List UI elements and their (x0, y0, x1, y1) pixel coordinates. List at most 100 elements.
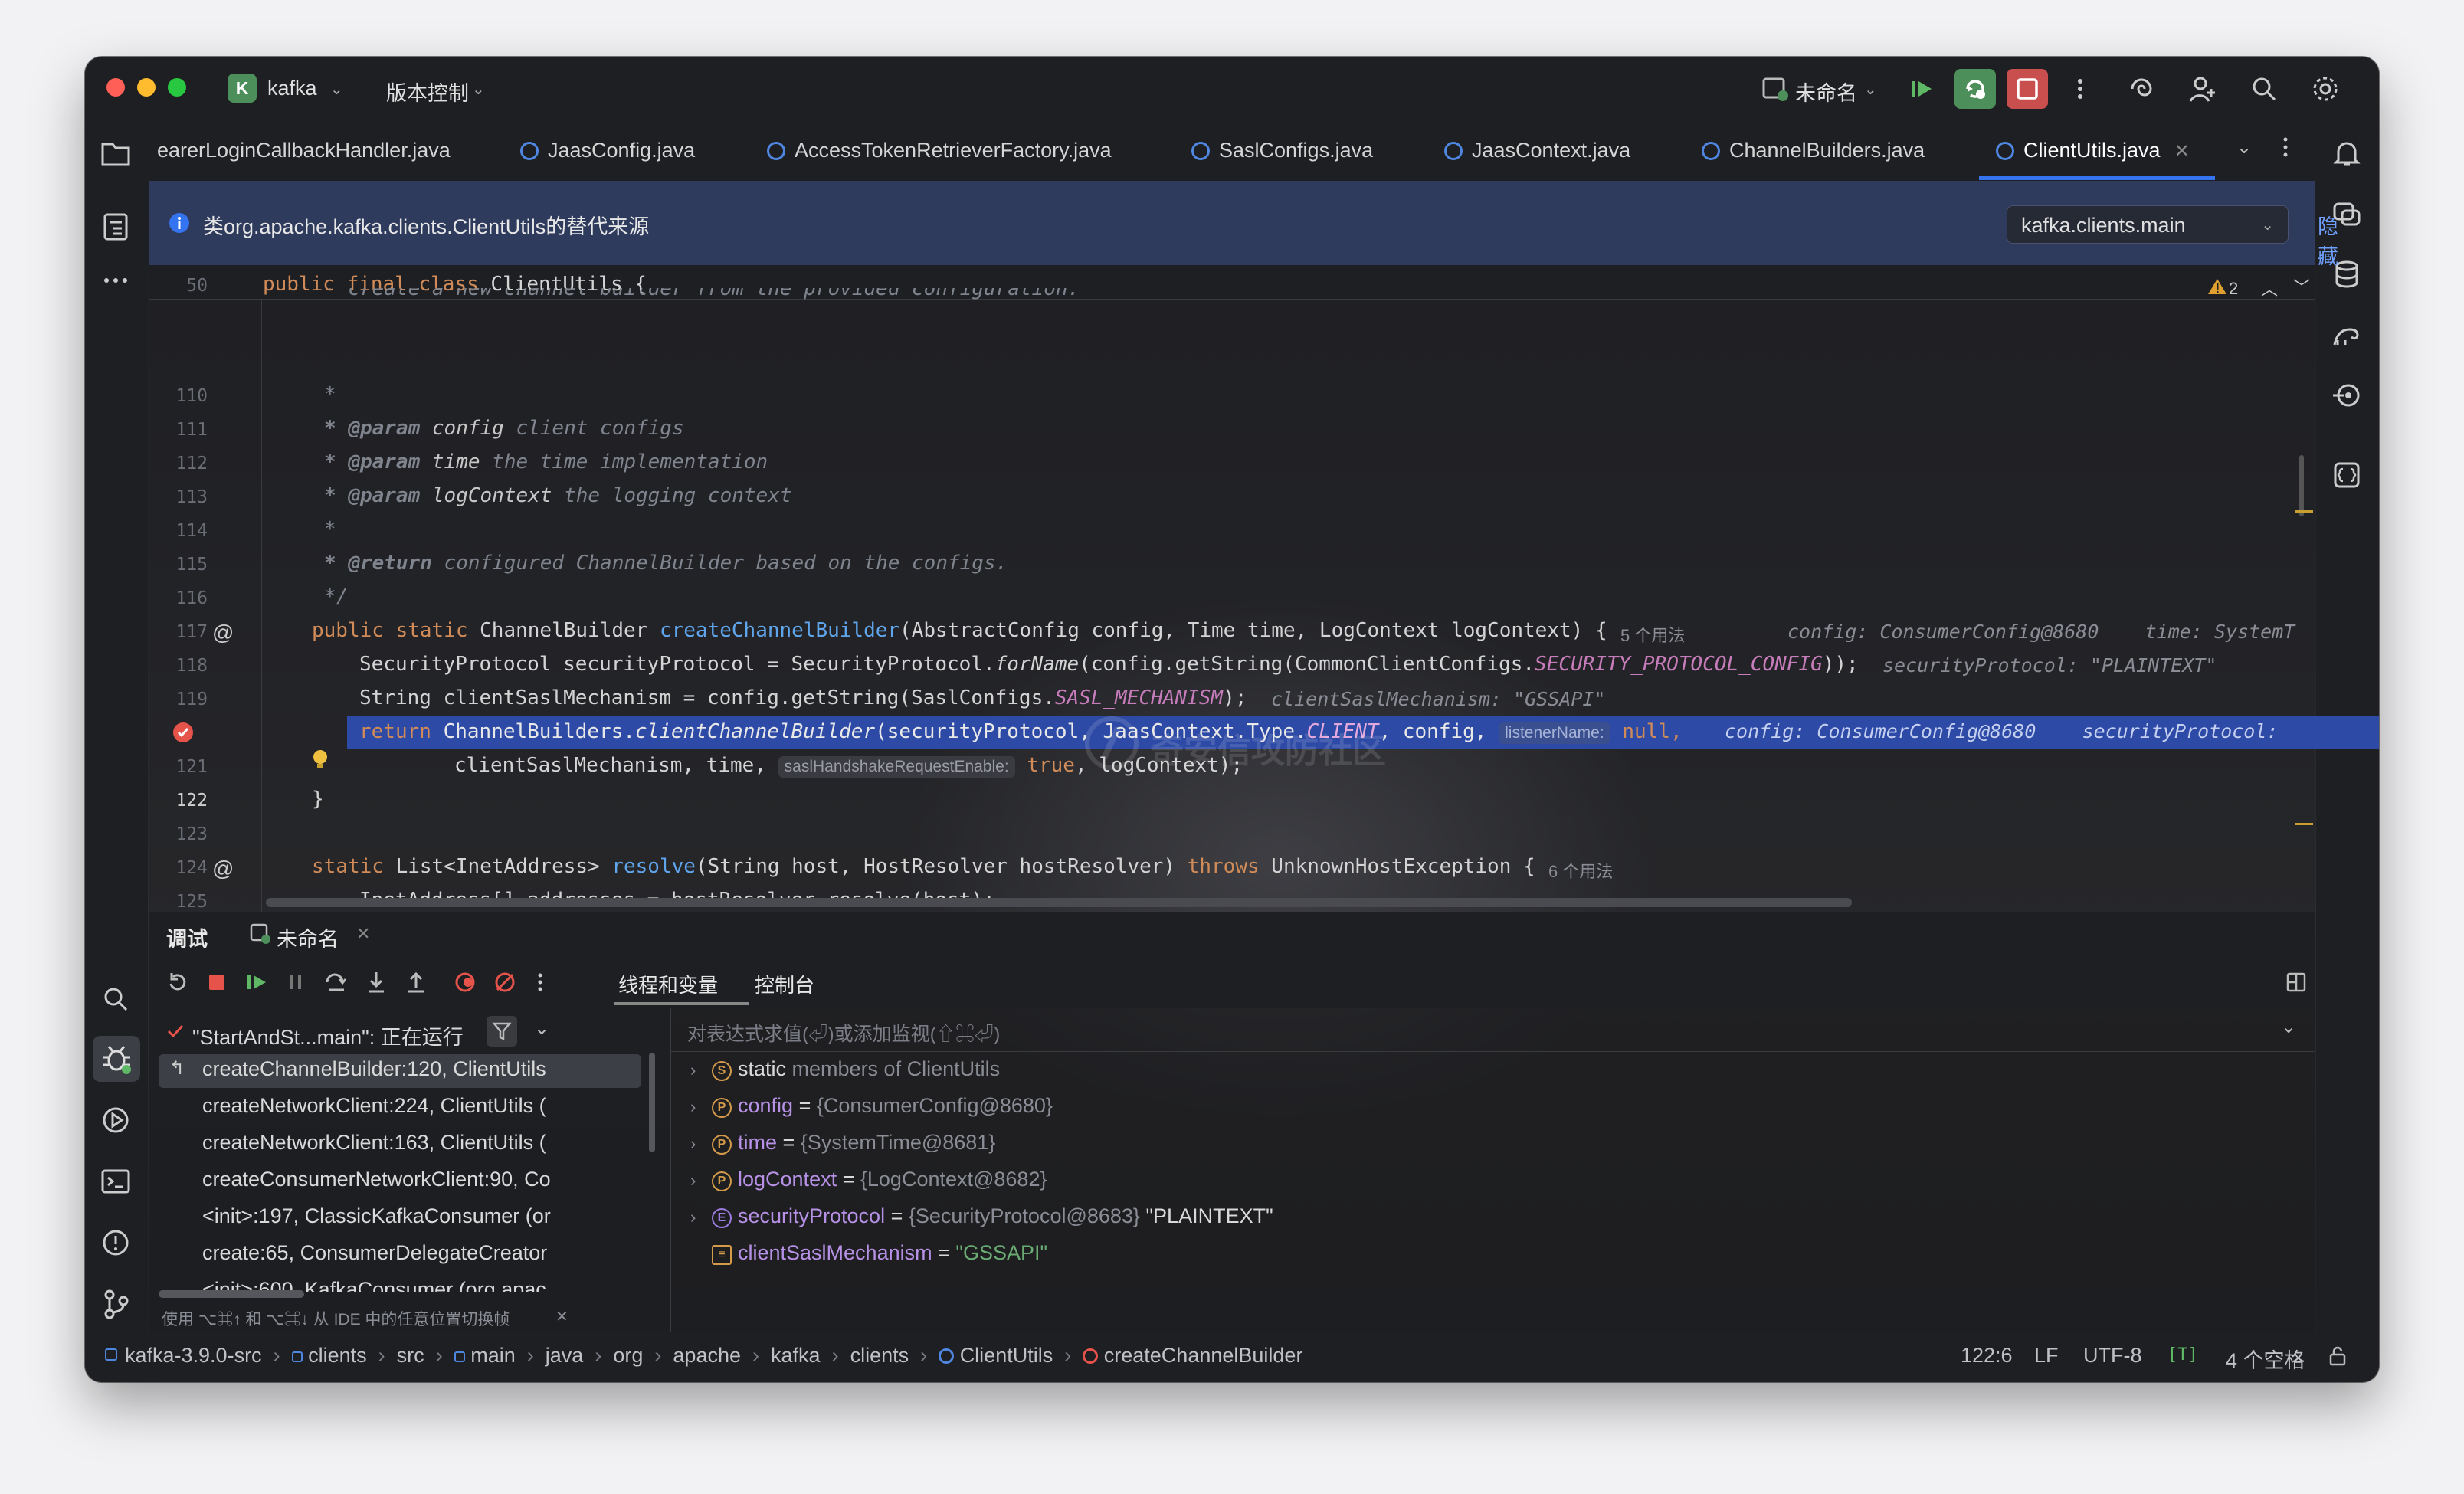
terminal-icon[interactable] (99, 1165, 133, 1198)
breadcrumb-item[interactable]: java (546, 1344, 584, 1367)
json-icon[interactable] (2330, 458, 2364, 492)
tab-bearer-login-callback-handler[interactable]: earerLoginCallbackHandler.java (157, 120, 451, 181)
chevron-down-icon[interactable]: ⌄ (330, 80, 343, 99)
project-folder-icon[interactable] (99, 136, 133, 170)
frame-item[interactable]: createNetworkClient:163, ClientUtils ( (202, 1131, 546, 1155)
tab-channel-builders[interactable]: ChannelBuilders.java (1702, 120, 1925, 181)
rerun-icon[interactable] (165, 970, 189, 994)
breadcrumb-item[interactable]: org (613, 1344, 643, 1367)
search-icon[interactable] (99, 982, 133, 1016)
tab-jaas-config[interactable]: JaasConfig.java (520, 120, 695, 181)
stop-button[interactable] (2007, 69, 2048, 109)
structure-icon[interactable] (99, 210, 133, 244)
resume-program-icon[interactable] (244, 970, 269, 994)
search-icon[interactable] (2249, 74, 2279, 104)
tabs-dropdown-icon[interactable]: ⌄ (2236, 136, 2252, 159)
tab-threads-variables[interactable]: 线程和变量 (618, 970, 718, 998)
gradle-icon[interactable] (2330, 319, 2364, 352)
implemented-marker-icon[interactable]: @ (212, 621, 234, 645)
close-window-button[interactable] (106, 78, 125, 97)
notifications-icon[interactable] (2330, 136, 2364, 170)
mute-breakpoints-icon[interactable] (493, 970, 517, 994)
more-vert-icon[interactable] (532, 970, 548, 994)
text-mode-icon[interactable]: [T] (2167, 1345, 2198, 1365)
close-tab-icon[interactable]: ✕ (2174, 141, 2190, 162)
module-selector[interactable]: kafka.clients.main ⌄ (2007, 205, 2289, 244)
endpoints-icon[interactable] (2330, 378, 2364, 412)
filter-icon[interactable] (487, 1016, 517, 1047)
frames-vertical-scrollbar[interactable] (649, 1053, 655, 1152)
tab-client-utils[interactable]: ClientUtils.java ✕ (1996, 120, 2190, 181)
next-highlight-icon[interactable]: ﹀ (2293, 274, 2310, 299)
stop-icon[interactable] (205, 970, 229, 994)
frame-item[interactable]: createNetworkClient:224, ClientUtils ( (202, 1094, 546, 1118)
lock-icon[interactable] (2327, 1345, 2348, 1367)
layout-icon[interactable] (2285, 971, 2307, 993)
more-vert-icon[interactable] (2278, 133, 2293, 161)
frame-item[interactable]: createConsumerNetworkClient:90, Co (202, 1168, 551, 1191)
breadcrumb-item[interactable]: apache (673, 1344, 741, 1367)
run-icon[interactable] (99, 1103, 133, 1137)
warning-icon[interactable] (2207, 277, 2227, 296)
pause-icon[interactable] (284, 970, 309, 994)
breakpoint-icon[interactable] (171, 720, 195, 745)
run-config-selector[interactable]: 未命名 (1795, 77, 1857, 106)
indent-setting[interactable]: 4 个空格 (2226, 1344, 2305, 1374)
variable-row[interactable]: › Ptime = {SystemTime@8681} (690, 1131, 995, 1155)
editor-horizontal-scrollbar[interactable] (266, 898, 1852, 907)
chevron-down-icon[interactable]: ⌄ (534, 1017, 549, 1040)
breadcrumb-item[interactable]: src (397, 1344, 424, 1367)
implemented-marker-icon[interactable]: @ (212, 857, 234, 881)
frame-item[interactable]: <init>:197, ClassicKafkaConsumer (or (202, 1204, 551, 1228)
code-editor[interactable] (149, 265, 2315, 912)
project-badge[interactable]: K (228, 74, 257, 103)
debug-session-tab[interactable]: 未命名 (277, 922, 339, 952)
step-into-icon[interactable] (364, 970, 388, 994)
frame-item[interactable]: createChannelBuilder:120, ClientUtils (202, 1057, 546, 1081)
more-horiz-icon[interactable] (99, 264, 133, 297)
frame-item[interactable]: create:65, ConsumerDelegateCreator (202, 1241, 547, 1265)
breadcrumb-item[interactable]: clients (308, 1344, 367, 1367)
settings-icon[interactable] (2310, 74, 2341, 104)
breadcrumb-item[interactable]: ClientUtils (960, 1344, 1053, 1367)
resume-icon[interactable] (1907, 74, 1938, 104)
variable-row[interactable]: › Pconfig = {ConsumerConfig@8680} (690, 1094, 1053, 1118)
close-hint-icon[interactable]: ✕ (555, 1307, 568, 1326)
variable-row[interactable]: › Sstatic members of ClientUtils (690, 1057, 1000, 1081)
breadcrumb-item[interactable]: main (470, 1344, 516, 1367)
tab-access-token-retriever-factory[interactable]: AccessTokenRetrieverFactory.java (767, 120, 1112, 181)
git-icon[interactable] (99, 1287, 133, 1321)
more-vert-icon[interactable] (2065, 74, 2095, 104)
breadcrumb-item[interactable]: createChannelBuilder (1104, 1344, 1303, 1367)
step-over-icon[interactable] (324, 970, 349, 994)
frames-horizontal-scrollbar[interactable] (159, 1290, 304, 1298)
usages-hint[interactable]: 5 个用法 (1620, 622, 1685, 647)
view-breakpoints-icon[interactable] (453, 970, 477, 994)
add-user-icon[interactable] (2187, 74, 2218, 104)
expand-icon[interactable]: ⌄ (2281, 1016, 2296, 1038)
line-separator[interactable]: LF (2034, 1344, 2059, 1368)
tab-console[interactable]: 控制台 (755, 970, 814, 998)
breadcrumb-item[interactable]: clients (850, 1344, 909, 1367)
minimize-window-button[interactable] (137, 78, 156, 97)
step-out-icon[interactable] (404, 970, 428, 994)
prev-highlight-icon[interactable]: ︿ (2261, 276, 2278, 300)
usages-hint[interactable]: 6 个用法 (1548, 858, 1613, 883)
breadcrumb-item[interactable]: kafka-3.9.0-src (125, 1344, 262, 1367)
editor-vertical-scrollbar[interactable] (2299, 455, 2304, 516)
vcs-menu[interactable]: 版本控制 (386, 77, 469, 106)
problems-icon[interactable] (99, 1226, 133, 1260)
breadcrumb-item[interactable]: kafka (771, 1344, 821, 1367)
file-encoding[interactable]: UTF-8 (2083, 1344, 2142, 1368)
variable-row[interactable]: ≡ clientSaslMechanism = "GSSAPI" (690, 1241, 1047, 1265)
cursor-position[interactable]: 122:6 (1961, 1344, 2013, 1368)
debug-tool-button[interactable] (93, 1036, 140, 1082)
tab-sasl-configs[interactable]: SaslConfigs.java (1191, 120, 1373, 181)
debug-button[interactable] (1954, 69, 1996, 109)
lightbulb-icon[interactable] (310, 748, 330, 772)
hide-banner-link[interactable]: 隐藏 (2318, 210, 2338, 270)
thread-selector[interactable]: "StartAndSt...main": 正在运行 (192, 1021, 464, 1050)
variable-row[interactable]: › PlogContext = {LogContext@8682} (690, 1168, 1047, 1191)
project-name[interactable]: kafka (267, 77, 317, 100)
zoom-window-button[interactable] (168, 78, 186, 97)
